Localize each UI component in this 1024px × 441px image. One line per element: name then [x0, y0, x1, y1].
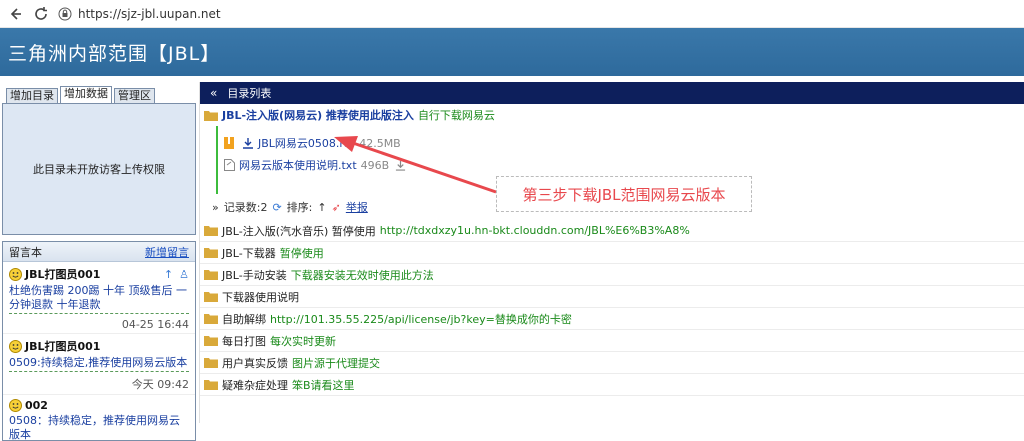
folder-row[interactable]: 下载器使用说明: [200, 286, 1024, 308]
folder-icon: [204, 314, 218, 324]
folder-note: 下载器安装无效时使用此方法: [290, 268, 434, 282]
report-icon: ➶: [331, 200, 341, 214]
folder-icon: [204, 336, 218, 346]
message-time: 04-25 16:44: [121, 318, 189, 331]
url-text: https://sjz-jbl.uupan.net: [78, 6, 221, 21]
message-time: 今天 09:42: [131, 378, 189, 391]
guestbook-title: 留言本: [9, 245, 42, 259]
folder-note: http://101.35.55.225/api/license/jb?key=…: [270, 312, 572, 326]
smiley-icon: [9, 339, 22, 353]
folder-icon: [204, 358, 218, 368]
guestbook: 留言本 新增留言 JBL打图员001 ↑ ♙ 杜绝伤害踢 200踢 十年 顶级售…: [2, 241, 196, 441]
left-sidebar: 增加目录 增加数据 管理区 此目录未开放访客上传权限 留言本 新增留言 JBL打…: [2, 86, 196, 441]
directory-header: « 目录列表: [200, 82, 1024, 104]
folder-icon: [204, 270, 218, 280]
directory-header-title: 目录列表: [227, 87, 272, 100]
record-count: 记录数:2: [223, 201, 268, 214]
message-text: 杜绝伤害踢 200踢 十年 顶级售后 一分钟退款 十年退款: [9, 284, 189, 314]
file-size: 496B: [360, 158, 390, 172]
folder-note: 图片源于代理提交: [292, 356, 380, 370]
user-icon[interactable]: ♙: [179, 268, 189, 281]
callout-text: 第三步下载JBL范围网易云版本: [522, 185, 726, 204]
download-icon[interactable]: [242, 137, 254, 149]
arrow-up-icon[interactable]: ↑: [164, 268, 173, 281]
file-size: 42.5MB: [359, 136, 401, 150]
folder-icon: [204, 248, 218, 258]
folder-row[interactable]: 每日打图 每次实时更新: [200, 330, 1024, 352]
folder-name[interactable]: 疑难杂症处理: [222, 377, 288, 393]
folder-note: 每次实时更新: [270, 334, 336, 348]
message-author: JBL打图员001: [25, 340, 101, 353]
folder-name[interactable]: JBL-注入版(网易云) 推荐使用此版注入: [222, 107, 414, 123]
folder-name[interactable]: 下载器使用说明: [222, 289, 299, 305]
folder-name[interactable]: 用户真实反馈: [222, 355, 288, 371]
site-info-icon[interactable]: [58, 7, 72, 21]
folder-icon: [204, 380, 218, 390]
message-text: 0508：持续稳定，推荐使用网易云版本: [9, 414, 189, 440]
folder-icon: [204, 110, 218, 121]
sort-label[interactable]: 排序:: [287, 199, 313, 215]
tab-add-directory[interactable]: 增加目录: [6, 88, 58, 103]
folder-name[interactable]: JBL-注入版(汽水音乐) 暂停使用: [222, 223, 376, 239]
address-bar[interactable]: https://sjz-jbl.uupan.net: [58, 7, 221, 21]
upload-permission-notice: 此目录未开放访客上传权限: [33, 163, 165, 176]
archive-icon: [224, 137, 234, 149]
expand-icon[interactable]: »: [212, 201, 219, 214]
folder-name[interactable]: 每日打图: [222, 333, 266, 349]
guestbook-message: JBL打图员001 ↑ ♙ 杜绝伤害踢 200踢 十年 顶级售后 一分钟退款 十…: [3, 262, 195, 334]
browser-toolbar: https://sjz-jbl.uupan.net: [0, 0, 1024, 28]
folder-name[interactable]: 自助解绑: [222, 311, 266, 327]
back-icon[interactable]: [4, 3, 26, 25]
guestbook-header: 留言本 新增留言: [3, 242, 195, 262]
folder-note: 暂停使用: [279, 246, 324, 260]
directory-list: « 目录列表 JBL-注入版(网易云) 推荐使用此版注入 自行下载网易云 JBL…: [199, 82, 1024, 423]
annotation-callout: 第三步下载JBL范围网易云版本: [496, 176, 752, 212]
new-message-link[interactable]: 新增留言: [145, 244, 189, 260]
text-file-icon: [224, 159, 235, 171]
upload-panel: 此目录未开放访客上传权限: [2, 103, 196, 235]
folder-row-open[interactable]: JBL-注入版(网易云) 推荐使用此版注入 自行下载网易云: [200, 104, 1024, 126]
folder-row[interactable]: JBL-注入版(汽水音乐) 暂停使用 http://tdxdxzy1u.hn-b…: [200, 220, 1024, 242]
folder-name[interactable]: JBL-下载器: [222, 245, 276, 261]
folder-note: 自行下载网易云: [417, 109, 495, 122]
tab-admin[interactable]: 管理区: [114, 88, 155, 103]
message-author: JBL打图员001: [25, 268, 101, 281]
guestbook-message: JBL打图员001 0509:持续稳定,推荐使用网易云版本 今天 09:42: [3, 334, 195, 395]
download-icon[interactable]: [395, 160, 406, 171]
folder-row[interactable]: JBL-手动安装 下载器安装无效时使用此方法: [200, 264, 1024, 286]
message-author: 002: [25, 399, 48, 412]
collapse-icon[interactable]: «: [210, 86, 217, 100]
folder-row[interactable]: 自助解绑 http://101.35.55.225/api/license/jb…: [200, 308, 1024, 330]
file-row[interactable]: 网易云版本使用说明.txt 496B: [218, 154, 1024, 176]
reload-icon[interactable]: [30, 3, 52, 25]
file-row[interactable]: JBL网易云0508.rar 42.5MB: [218, 132, 1024, 154]
site-title: 三角洲内部范围【JBL】: [8, 42, 221, 65]
folder-icon: [204, 226, 218, 236]
guestbook-message: 002 0508：持续稳定，推荐使用网易云版本: [3, 395, 195, 440]
folder-name[interactable]: JBL-手动安装: [222, 267, 287, 283]
file-name[interactable]: JBL网易云0508.rar: [258, 135, 355, 151]
message-text: 0509:持续稳定,推荐使用网易云版本: [9, 356, 189, 372]
file-name[interactable]: 网易云版本使用说明.txt: [239, 157, 357, 173]
sort-up-icon[interactable]: ↑: [317, 201, 326, 214]
folder-note: http://tdxdxzy1u.hn-bkt.clouddn.com/JBL%…: [379, 224, 690, 237]
folder-row[interactable]: 疑难杂症处理 笨B请看这里: [200, 374, 1024, 396]
report-link[interactable]: 举报: [346, 199, 368, 215]
folder-icon: [204, 292, 218, 302]
refresh-icon[interactable]: ⟳: [272, 201, 281, 214]
folder-row[interactable]: 用户真实反馈 图片源于代理提交: [200, 352, 1024, 374]
smiley-icon: [9, 267, 22, 281]
left-tabs: 增加目录 增加数据 管理区: [2, 86, 196, 103]
tab-add-data[interactable]: 增加数据: [60, 86, 112, 103]
folder-note: 笨B请看这里: [292, 378, 355, 392]
site-banner: 三角洲内部范围【JBL】: [0, 28, 1024, 76]
folder-row[interactable]: JBL-下载器 暂停使用: [200, 242, 1024, 264]
smiley-icon: [9, 399, 22, 412]
